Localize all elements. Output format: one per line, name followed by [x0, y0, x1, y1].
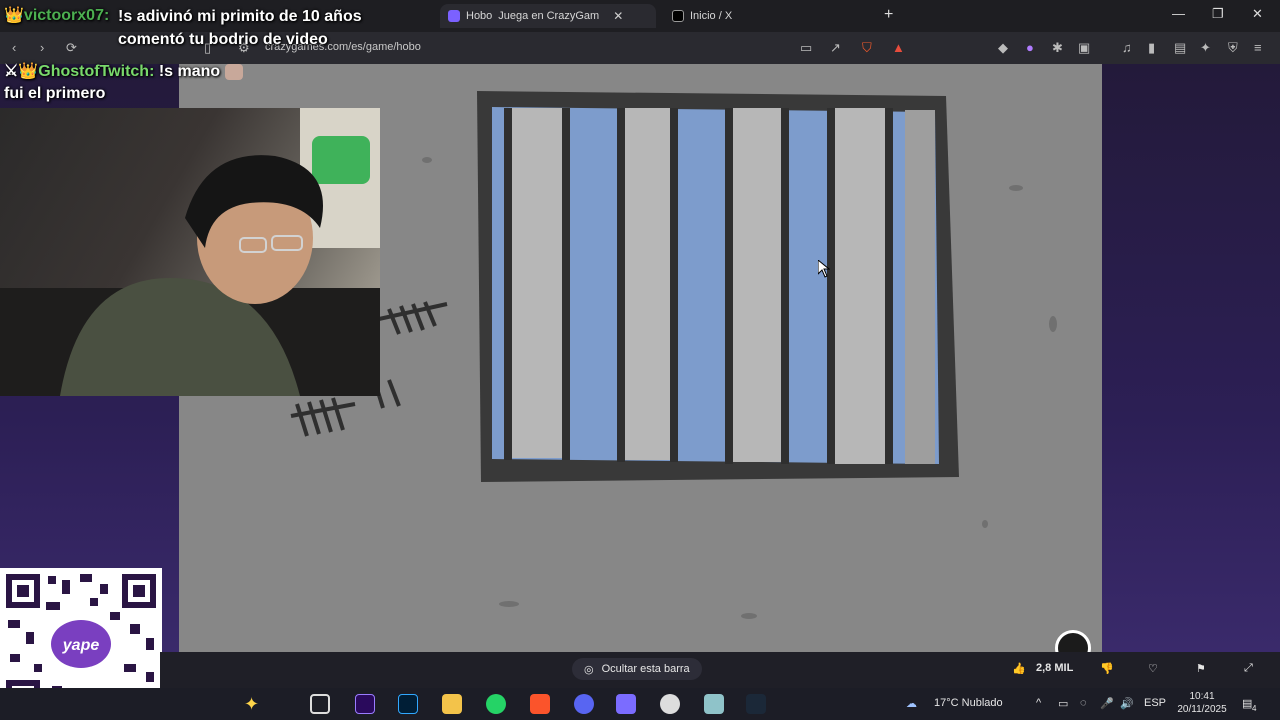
forward-icon[interactable]: › [40, 40, 44, 55]
share-icon[interactable]: ↗ [830, 40, 841, 56]
like-button[interactable]: 👍 [1012, 662, 1026, 675]
windows-taskbar [0, 688, 1280, 720]
chat-text: fui el primero [4, 85, 106, 102]
music-icon[interactable]: ♫ [1122, 40, 1132, 55]
cloud-icon: ☁ [906, 698, 917, 710]
vpn-icon[interactable]: ⛨ [1228, 40, 1238, 56]
photoshop-icon[interactable] [398, 694, 418, 714]
chat-username: victoorx07: [23, 7, 110, 24]
mouse-cursor-icon [818, 260, 830, 278]
likes-count: 2,8 MIL [1036, 662, 1074, 674]
tab-hobo[interactable]: Hobo Juega en CrazyGam ✕ [440, 4, 656, 28]
obs-icon[interactable] [660, 694, 680, 714]
clock[interactable]: 10:41 20/11/2025 [1170, 690, 1234, 716]
fullscreen-icon[interactable]: ⤢ [1244, 662, 1253, 675]
premiere-icon[interactable] [355, 694, 375, 714]
whatsapp-icon[interactable] [486, 694, 506, 714]
close-tab-icon[interactable]: ✕ [613, 9, 623, 23]
x-favicon-icon [672, 10, 684, 22]
chat-text: !s mano [158, 63, 221, 80]
bar [670, 108, 678, 462]
hide-bar-label: Ocultar esta barra [601, 663, 690, 675]
leo-ai-icon[interactable]: ✦ [1200, 40, 1211, 56]
steam-icon[interactable] [746, 694, 766, 714]
sidebar-icon[interactable]: ▮ [1148, 40, 1155, 56]
report-icon[interactable]: ⚑ [1196, 662, 1206, 675]
twitch-favicon-icon [448, 10, 460, 22]
dislike-button[interactable]: 👎 [1100, 662, 1114, 675]
brave-shield-icon[interactable]: ⛉ [862, 40, 872, 56]
extension-diamond-icon[interactable]: ◆ [998, 40, 1008, 56]
notes-icon[interactable] [704, 694, 724, 714]
onedrive-icon[interactable]: ◌ [1080, 697, 1087, 709]
crown-badge-icon: 👑 [18, 63, 39, 80]
chat-message-2: ⚔👑GhostofTwitch: !s mano [4, 61, 243, 81]
cast-icon[interactable]: ▭ [800, 40, 812, 56]
bar [504, 108, 512, 460]
task-view-icon[interactable] [310, 694, 330, 714]
crown-badge-icon: 👑 [4, 7, 24, 24]
app-diamond-icon[interactable] [616, 694, 636, 714]
network-icon[interactable]: ▭ [1058, 697, 1068, 710]
chevron-up-icon[interactable]: ^ [1036, 697, 1041, 709]
bar [885, 108, 893, 464]
brave-rewards-icon[interactable]: ▲ [892, 40, 905, 55]
tab-x[interactable]: Inicio / X [664, 4, 804, 28]
back-icon[interactable]: ‹ [12, 40, 16, 55]
tab-hobo-label: Hobo [466, 10, 493, 22]
new-tab-icon[interactable]: + [884, 6, 893, 24]
minimize-icon[interactable]: — [1172, 6, 1185, 21]
extension-avatar-icon[interactable]: ● [1026, 40, 1034, 55]
restore-icon[interactable]: ❐ [1212, 6, 1224, 22]
file-explorer-icon[interactable] [442, 694, 462, 714]
svg-text:yape: yape [62, 637, 100, 654]
bar [617, 108, 625, 462]
copilot-sparkle-icon[interactable]: ✦ [244, 694, 264, 714]
chat-text-1: !s adivinó mi primito de 10 años comentó… [118, 5, 388, 51]
notification-count: 4 [1252, 704, 1257, 713]
extensions-icon[interactable]: ✱ [1052, 40, 1063, 56]
discord-icon[interactable] [574, 694, 594, 714]
language-indicator[interactable]: ESP [1144, 697, 1166, 709]
webcam-feed [0, 108, 380, 396]
wallet-icon[interactable]: ▤ [1174, 40, 1186, 56]
bar [725, 108, 733, 464]
menu-icon[interactable]: ≡ [1254, 40, 1262, 55]
chat-message-1: 👑victoorx07: [4, 5, 109, 25]
favorite-heart-icon[interactable]: ♡ [1148, 662, 1158, 675]
tab-hobo-sub: Juega en CrazyGam [498, 10, 600, 22]
close-window-icon[interactable]: ✕ [1252, 6, 1263, 22]
screenshot-icon[interactable]: ▣ [1078, 40, 1090, 56]
bar [781, 108, 789, 464]
reload-icon[interactable]: ⟳ [66, 40, 77, 56]
eye-off-icon: ◎ [584, 663, 594, 676]
tab-x-label: Inicio / X [690, 10, 733, 22]
cat-emote-icon [224, 63, 243, 80]
sword-badge-icon: ⚔ [4, 63, 19, 80]
clock-time: 10:41 [1189, 691, 1215, 702]
brave-icon[interactable] [530, 694, 550, 714]
mic-icon[interactable]: 🎤 [1100, 697, 1114, 710]
chat-text-2b: fui el primero [4, 84, 334, 104]
hide-bar-button[interactable]: ◎ Ocultar esta barra [572, 658, 702, 680]
weather-text[interactable]: 17°C Nublado [934, 697, 1003, 709]
volume-icon[interactable]: 🔊 [1120, 697, 1134, 710]
bar [562, 108, 570, 460]
bar [827, 108, 835, 464]
notification-icon[interactable]: ▤ [1242, 697, 1252, 710]
chat-username: GhostofTwitch: [38, 63, 155, 80]
clock-date: 20/11/2025 [1177, 704, 1227, 715]
chat-text: !s adivinó mi primito de 10 años comentó… [118, 8, 362, 48]
